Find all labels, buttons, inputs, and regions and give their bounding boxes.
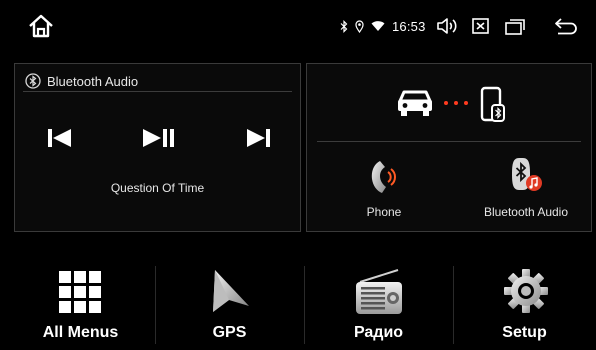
next-track-button[interactable] — [241, 122, 277, 154]
status-indicators: 16:53 — [340, 16, 426, 36]
gps-label: GPS — [212, 324, 247, 341]
recent-apps-button[interactable] — [502, 14, 528, 38]
radio-label: Радио — [353, 324, 404, 341]
bt-audio-title: Bluetooth Audio — [47, 73, 139, 89]
app-dock: All Menus GPS Радио Setup — [0, 260, 596, 350]
play-pause-icon — [143, 129, 174, 147]
smartphone-bluetooth-icon — [480, 86, 505, 122]
gps-button[interactable]: GPS — [155, 260, 304, 350]
home-icon — [29, 14, 53, 38]
all-menus-button[interactable]: All Menus — [6, 260, 155, 350]
phone-label: Phone — [366, 205, 402, 219]
previous-track-icon — [48, 129, 71, 147]
bluetooth-music-icon — [512, 158, 542, 191]
previous-track-button[interactable] — [43, 122, 79, 154]
radio-icon — [356, 269, 402, 314]
close-box-icon — [472, 18, 489, 34]
next-track-icon — [247, 129, 270, 147]
navigation-arrow-icon — [213, 270, 249, 312]
setup-label: Setup — [502, 324, 547, 341]
volume-button[interactable] — [434, 14, 460, 38]
setup-button[interactable]: Setup — [453, 260, 596, 350]
phone-icon — [371, 161, 396, 193]
recent-apps-icon — [505, 19, 525, 35]
car-phone-link — [307, 64, 591, 142]
radio-button[interactable]: Радио — [304, 260, 453, 350]
bluetooth-audio-button[interactable]: Bluetooth Audio — [471, 144, 581, 228]
bluetooth-audio-label: Bluetooth Audio — [483, 205, 569, 219]
connecting-dots-icon — [444, 101, 468, 105]
volume-icon — [437, 18, 457, 34]
gear-icon — [504, 269, 548, 313]
phone-button[interactable]: Phone — [347, 144, 421, 228]
connection-widget: Phone Bluetooth Audio — [306, 63, 592, 232]
bluetooth-icon — [340, 19, 348, 33]
back-icon — [555, 18, 577, 35]
status-bar: 16:53 — [0, 0, 596, 52]
all-menus-label: All Menus — [42, 324, 119, 341]
divider — [23, 91, 292, 92]
clock: 16:53 — [392, 18, 426, 34]
car-icon — [398, 90, 432, 116]
home-button[interactable] — [26, 12, 56, 40]
close-app-button[interactable] — [468, 14, 494, 38]
divider — [317, 141, 581, 142]
play-pause-button[interactable] — [139, 122, 179, 154]
back-button[interactable] — [552, 14, 578, 38]
grid-icon — [59, 271, 101, 313]
bluetooth-circle-icon — [25, 73, 41, 89]
bt-audio-header: Bluetooth Audio — [25, 72, 138, 90]
location-icon — [355, 19, 364, 33]
track-title: Question Of Time — [110, 181, 205, 195]
wifi-icon — [371, 21, 385, 31]
bluetooth-audio-widget: Bluetooth Audio Question Of Time — [14, 63, 301, 232]
